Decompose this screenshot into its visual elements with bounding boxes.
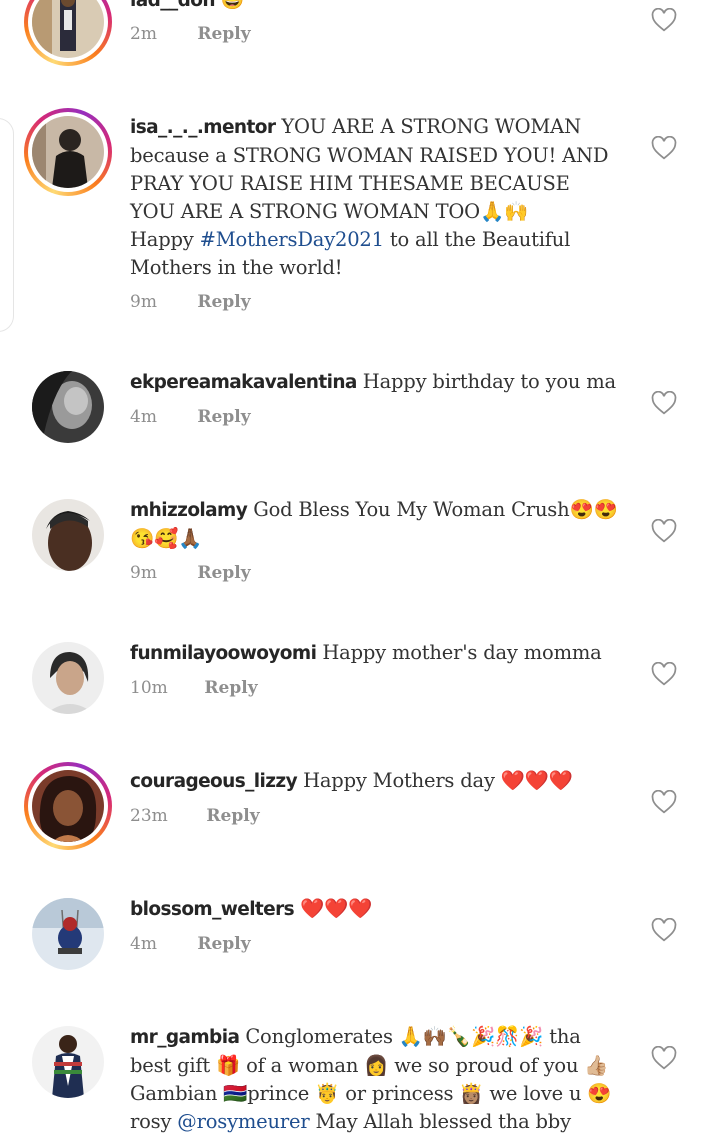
comment-text: mhizzolamy God Bless You My Woman Crush😍… [130, 496, 618, 553]
avatar[interactable] [24, 762, 112, 850]
avatar[interactable] [24, 108, 112, 196]
reply-button[interactable]: Reply [197, 407, 250, 427]
comment-time: 9m [130, 292, 157, 312]
comment-meta: 9m Reply [130, 292, 251, 312]
reply-button[interactable]: Reply [204, 678, 257, 698]
comment-body: Happy Mothers day ❤️❤️❤️ [303, 769, 574, 792]
reply-button[interactable]: Reply [206, 806, 259, 826]
heart-outline-icon[interactable] [651, 391, 677, 415]
avatar[interactable] [24, 634, 112, 722]
comment-time: 9m [130, 563, 157, 583]
reply-button[interactable]: Reply [197, 563, 250, 583]
comment-time: 23m [130, 806, 168, 826]
comment-username[interactable]: isa_._._.mentor [130, 117, 276, 138]
comment-username[interactable]: mr_gambia [130, 1027, 240, 1048]
comment-text: isa_._._.mentor YOU ARE A STRONG WOMAN b… [130, 113, 618, 282]
comment-text: lad__doh 😆 [130, 0, 618, 15]
comment-body: ❤️❤️❤️ [300, 897, 373, 920]
comment-body-line2-pre: Happy [130, 228, 200, 251]
comment-meta: 4m Reply [130, 934, 251, 954]
comment-meta: 4m Reply [130, 407, 251, 427]
comment-meta: 23m Reply [130, 806, 260, 826]
comment-text: ekpereamakavalentina Happy birthday to y… [130, 368, 618, 397]
heart-outline-icon[interactable] [651, 8, 677, 32]
comment-username[interactable]: funmilayoowoyomi [130, 643, 317, 664]
avatar[interactable] [24, 890, 112, 978]
heart-outline-icon[interactable] [651, 790, 677, 814]
comment-username[interactable]: mhizzolamy [130, 500, 248, 521]
comment-username[interactable]: courageous_lizzy [130, 771, 298, 792]
comment-text: courageous_lizzy Happy Mothers day ❤️❤️❤… [130, 767, 618, 796]
reply-button[interactable]: Reply [197, 934, 250, 954]
avatar[interactable] [24, 363, 112, 451]
comment-body: Happy birthday to you ma [362, 370, 616, 393]
comment-username[interactable]: ekpereamakavalentina [130, 372, 357, 393]
heart-outline-icon[interactable] [651, 662, 677, 686]
comment-time: 10m [130, 678, 168, 698]
mention-link[interactable]: @rosymeurer [177, 1110, 309, 1133]
comment-time: 4m [130, 407, 157, 427]
heart-outline-icon[interactable] [651, 519, 677, 543]
comment-emoji: 😆 [220, 0, 245, 11]
heart-outline-icon[interactable] [651, 136, 677, 160]
reply-button[interactable]: Reply [197, 24, 250, 44]
heart-outline-icon[interactable] [651, 918, 677, 942]
side-panel-edge [0, 118, 14, 332]
comment-username[interactable]: lad__doh [130, 0, 216, 11]
avatar[interactable] [24, 0, 112, 66]
avatar[interactable] [24, 491, 112, 579]
comment-meta: 2m Reply [130, 24, 251, 44]
comment-text: mr_gambia Conglomerates 🙏🙌🏾🍾🎉🎊🎉 tha best… [130, 1023, 618, 1136]
heart-outline-icon[interactable] [651, 1046, 677, 1070]
reply-button[interactable]: Reply [197, 292, 250, 312]
comment-text: blossom_welters ❤️❤️❤️ [130, 895, 618, 924]
comment-meta: 9m Reply [130, 563, 251, 583]
comment-meta: 10m Reply [130, 678, 258, 698]
comment-body: Happy mother's day momma [322, 641, 602, 664]
comment-time: 4m [130, 934, 157, 954]
comment-text: funmilayoowoyomi Happy mother's day momm… [130, 639, 618, 668]
avatar[interactable] [24, 1018, 112, 1106]
comment-body-post: May Allah blessed tha bby [309, 1110, 571, 1133]
hashtag-link[interactable]: #MothersDay2021 [200, 228, 384, 251]
comment-username[interactable]: blossom_welters [130, 899, 295, 920]
comment-time: 2m [130, 24, 157, 44]
